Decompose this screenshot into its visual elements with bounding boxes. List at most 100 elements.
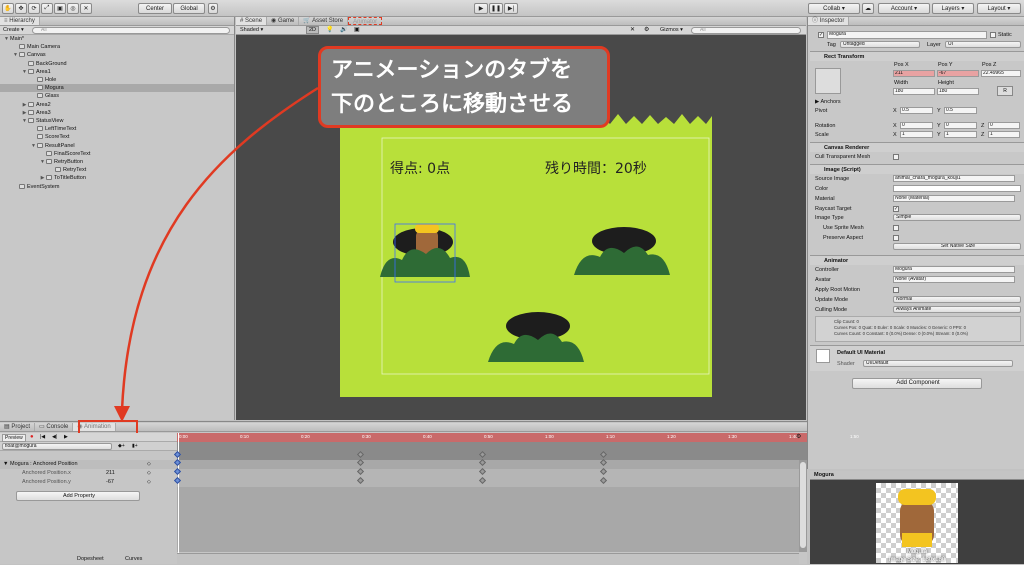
collab-button[interactable]: Collab ▾ xyxy=(808,3,860,14)
image-type-dropdown[interactable]: Simple xyxy=(893,214,1021,221)
clip-dropdown[interactable]: float@mogura xyxy=(2,443,112,450)
tools-icon[interactable]: ✕ xyxy=(630,26,635,33)
prev-key-button[interactable]: ◀| xyxy=(52,434,57,440)
tab-project[interactable]: ▤ Project xyxy=(0,423,36,431)
property-x-value[interactable]: 211 xyxy=(106,470,115,476)
hierarchy-item[interactable]: LeftTimeText xyxy=(0,125,234,133)
expand-arrow-icon[interactable]: ▼ xyxy=(30,142,37,150)
scale-y-field[interactable]: 1 xyxy=(944,131,977,138)
property-group-row[interactable]: ▼ Mogura : Anchored Position ◇ xyxy=(0,460,177,469)
expand-arrow-icon[interactable]: ▶ xyxy=(21,101,28,109)
pivot-x-field[interactable]: 0.5 xyxy=(900,107,933,114)
account-button[interactable]: Account ▾ xyxy=(878,3,930,14)
scene-search-input[interactable]: All xyxy=(691,27,801,34)
property-group-menu-icon[interactable]: ◇ xyxy=(147,461,151,467)
space-global-button[interactable]: Global xyxy=(173,3,205,14)
pivot-center-button[interactable]: Center xyxy=(138,3,172,14)
culling-mode-dropdown[interactable]: Always Animate xyxy=(893,306,1021,313)
cloud-icon[interactable]: ☁ xyxy=(862,3,874,14)
rot-x-field[interactable]: 0 xyxy=(900,122,933,129)
tab-game[interactable]: ◉ Game xyxy=(267,17,300,25)
dopesheet-button[interactable]: Dopesheet xyxy=(77,556,104,562)
scale-x-field[interactable]: 1 xyxy=(900,131,933,138)
hierarchy-item[interactable]: ▼Main* xyxy=(0,35,234,43)
hierarchy-item[interactable]: RetryText xyxy=(0,166,234,174)
canvas-renderer-header[interactable]: Canvas Renderer xyxy=(810,142,1024,152)
animator-header[interactable]: Animator xyxy=(810,255,1024,265)
rot-z-field[interactable]: 0 xyxy=(988,122,1020,129)
shader-dropdown[interactable]: UI/Default xyxy=(863,360,1013,367)
mode-2d-button[interactable]: 2D xyxy=(306,26,320,34)
rotate-tool-icon[interactable]: ⟳ xyxy=(28,3,40,14)
hand-tool-icon[interactable]: ✋ xyxy=(2,3,14,14)
hierarchy-item[interactable]: ▼ RetryButton xyxy=(0,158,234,166)
color-field[interactable] xyxy=(893,185,1021,192)
property-y-value[interactable]: -67 xyxy=(106,479,114,485)
snap-settings-icon[interactable]: ⚙ xyxy=(208,3,218,14)
rect-tool-icon[interactable]: ▣ xyxy=(54,3,66,14)
pos-y-field[interactable]: -67 xyxy=(937,70,979,77)
camera-icon[interactable]: ⚙ xyxy=(644,26,649,33)
hierarchy-item[interactable]: ▶ ToTitleButton xyxy=(0,174,234,182)
raycast-checkbox[interactable]: ✓ xyxy=(893,206,899,212)
tab-scene[interactable]: # Scene xyxy=(236,17,268,25)
expand-arrow-icon[interactable]: ▶ xyxy=(39,174,46,182)
image-script-header[interactable]: Image (Script) xyxy=(810,164,1024,174)
pos-x-field[interactable]: 211 xyxy=(893,70,935,77)
timeline-scrollbar[interactable] xyxy=(799,460,807,552)
hierarchy-item[interactable]: FinalScoreText xyxy=(0,150,234,158)
hierarchy-item[interactable]: ▼ Area1 xyxy=(0,68,234,76)
expand-arrow-icon[interactable]: ▼ xyxy=(21,68,28,76)
hierarchy-item[interactable]: ▶ Area3 xyxy=(0,109,234,117)
gizmos-dropdown[interactable]: Gizmos ▾ xyxy=(660,27,683,33)
use-sprite-mesh-checkbox[interactable] xyxy=(893,225,899,231)
add-keyframe-icon[interactable]: ◆+ xyxy=(118,443,125,449)
curves-button[interactable]: Curves xyxy=(125,556,142,562)
expand-arrow-icon[interactable]: ▼ xyxy=(3,35,10,43)
property-x-menu-icon[interactable]: ◇ xyxy=(147,470,151,476)
anchors-label[interactable]: ▶ Anchors xyxy=(815,99,841,105)
rect-transform-header[interactable]: Rect Transform xyxy=(810,51,1024,61)
add-property-button[interactable]: Add Property xyxy=(16,491,140,501)
width-field[interactable]: 180 xyxy=(893,88,935,95)
audio-icon[interactable]: 🔊 xyxy=(340,26,347,33)
create-button[interactable]: Create ▾ xyxy=(3,27,24,33)
expand-arrow-icon[interactable]: ▶ xyxy=(21,109,28,117)
hierarchy-item[interactable]: Glass xyxy=(0,92,234,100)
hierarchy-item[interactable]: Main Camera xyxy=(0,43,234,51)
raw-edit-button[interactable]: R xyxy=(997,86,1013,96)
record-button[interactable]: ● xyxy=(30,434,34,440)
tab-console[interactable]: ▭ Console xyxy=(35,423,74,431)
hierarchy-item[interactable]: ▶ Area2 xyxy=(0,101,234,109)
expand-arrow-icon[interactable]: ▼ xyxy=(21,117,28,125)
play-button[interactable]: ▶ xyxy=(474,3,488,14)
height-field[interactable]: 180 xyxy=(937,88,979,95)
hierarchy-item[interactable]: ▼ Canvas xyxy=(0,51,234,59)
property-row-y[interactable]: Anchored Position.y -67 ◇ xyxy=(0,478,177,487)
hierarchy-item[interactable]: ▼ ResultPanel xyxy=(0,142,234,150)
timeline-scrollbar-thumb[interactable] xyxy=(800,462,806,548)
layout-button[interactable]: Layout ▾ xyxy=(977,3,1021,14)
shading-dropdown[interactable]: Shaded ▾ xyxy=(240,27,263,33)
preview-button[interactable]: Preview xyxy=(2,434,26,442)
object-name-field[interactable]: Mogura xyxy=(827,31,987,39)
move-tool-icon[interactable]: ✥ xyxy=(15,3,27,14)
play-anim-button[interactable]: ▶ xyxy=(64,434,68,440)
tab-hierarchy[interactable]: ≡ Hierarchy xyxy=(0,17,40,25)
hierarchy-item[interactable]: EventSystem xyxy=(0,183,234,191)
tag-dropdown[interactable]: Untagged xyxy=(840,41,920,48)
timeline-settings-icon[interactable]: ⚙ xyxy=(796,433,801,440)
avatar-field[interactable]: None (Avatar) xyxy=(893,276,1015,283)
pos-z-field[interactable]: 22.49965 xyxy=(981,70,1021,77)
expand-arrow-icon[interactable]: ▼ xyxy=(12,51,19,59)
static-checkbox[interactable] xyxy=(990,32,996,38)
add-event-icon[interactable]: ▮+ xyxy=(132,443,138,449)
hierarchy-item[interactable]: Mogura xyxy=(0,84,234,93)
property-y-menu-icon[interactable]: ◇ xyxy=(147,479,151,485)
layers-button[interactable]: Layers ▾ xyxy=(932,3,974,14)
apply-root-motion-checkbox[interactable] xyxy=(893,287,899,293)
set-native-size-button[interactable]: Set Native Size xyxy=(893,243,1021,250)
preserve-aspect-checkbox[interactable] xyxy=(893,235,899,241)
hierarchy-item[interactable]: Hole xyxy=(0,76,234,84)
tab-animator[interactable]: Animator xyxy=(348,17,383,25)
